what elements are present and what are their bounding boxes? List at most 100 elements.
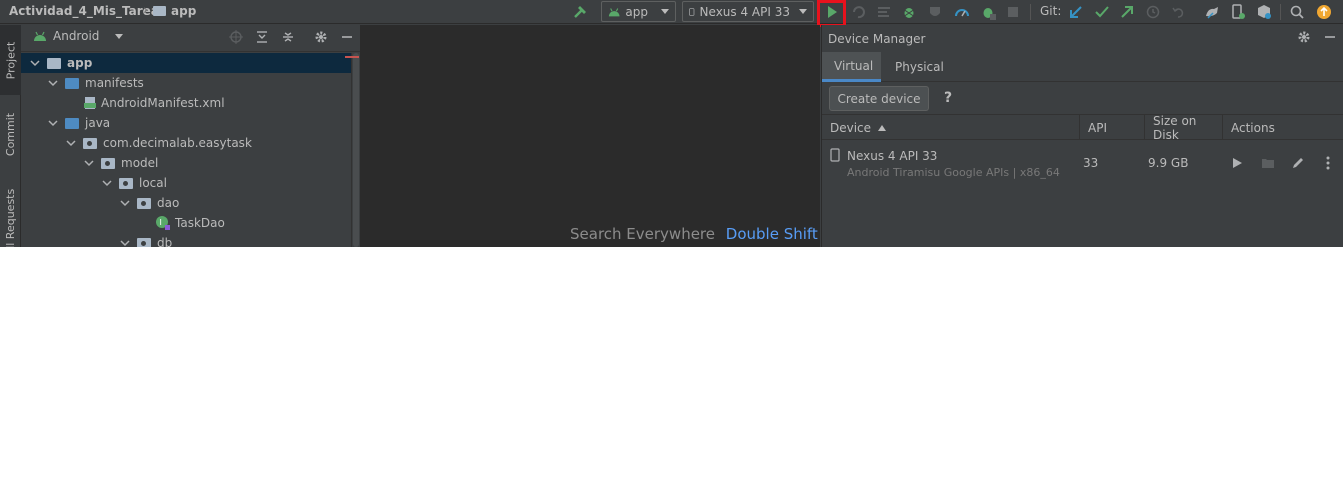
chevron-down-icon[interactable]: [47, 77, 59, 89]
attach-debugger-icon[interactable]: [978, 2, 998, 22]
column-header-device[interactable]: Device: [822, 115, 1080, 140]
tree-item[interactable]: local: [21, 173, 351, 193]
toolbar-separator: [1030, 4, 1031, 20]
chevron-down-icon[interactable]: [119, 197, 131, 209]
git-history-clock-icon[interactable]: [1143, 2, 1163, 22]
git-push-arrow-icon[interactable]: [1117, 2, 1137, 22]
project-tree-scrollbar[interactable]: [351, 53, 360, 247]
expand-all-icon[interactable]: [252, 27, 272, 47]
git-commit-check-icon[interactable]: [1092, 2, 1112, 22]
hint-shortcut: Double Shift: [725, 225, 818, 243]
create-device-button[interactable]: Create device: [829, 86, 929, 111]
update-available-icon[interactable]: [1314, 2, 1334, 22]
build-hammer-icon[interactable]: [571, 2, 591, 22]
debug-bug-icon[interactable]: [899, 2, 919, 22]
collapse-all-icon[interactable]: [278, 27, 298, 47]
tree-item[interactable]: manifests: [21, 73, 351, 93]
device-manager-icon[interactable]: [1228, 2, 1248, 22]
device-manager-header: Device Manager: [822, 25, 1343, 52]
profiler-gauge-icon[interactable]: [952, 2, 972, 22]
tool-tab-commit-label: Commit: [4, 112, 17, 156]
tool-tab-commit[interactable]: Commit: [0, 99, 21, 169]
stop-icon[interactable]: [1003, 2, 1023, 22]
tool-tab-pull-requests[interactable]: Pull Requests: [0, 175, 21, 247]
chevron-down-icon: [115, 33, 124, 39]
package-folder-icon: [137, 197, 151, 209]
more-options-icon[interactable]: [1320, 155, 1336, 171]
tool-tab-project[interactable]: Project: [0, 25, 21, 95]
device-manager-panel: Device Manager Virtual Physical Create d…: [821, 25, 1343, 247]
android-icon: [608, 7, 620, 16]
manifest-file-icon: [83, 96, 97, 110]
coverage-icon[interactable]: [925, 2, 945, 22]
tree-item[interactable]: app: [21, 53, 351, 73]
project-view-label: Android: [53, 29, 100, 43]
device-manager-title: Device Manager: [828, 31, 926, 46]
tab-physical[interactable]: Physical: [883, 52, 956, 82]
chevron-down-icon[interactable]: [83, 157, 95, 169]
hide-panel-minus-icon[interactable]: [1320, 27, 1340, 47]
device-dropdown[interactable]: Nexus 4 API 33: [682, 1, 814, 22]
tab-physical-label: Physical: [895, 60, 944, 74]
tree-item-label: local: [139, 176, 167, 190]
device-name: Nexus 4 API 33: [847, 149, 938, 163]
run-config-dropdown[interactable]: app: [601, 1, 676, 22]
chevron-down-icon[interactable]: [119, 237, 131, 247]
run-button-highlight: [817, 0, 846, 27]
tree-item-label: AndroidManifest.xml: [101, 96, 225, 110]
column-header-api[interactable]: API: [1080, 115, 1145, 140]
tree-item[interactable]: com.decimalab.easytask: [21, 133, 351, 153]
chevron-down-icon[interactable]: [101, 177, 113, 189]
chevron-down-icon[interactable]: [65, 137, 77, 149]
scrollbar-thumb[interactable]: [353, 53, 359, 247]
tree-item[interactable]: model: [21, 153, 351, 173]
project-tree: app manifests AndroidManifest.xml java com.d…: [21, 53, 351, 247]
sdk-manager-icon[interactable]: [1254, 2, 1274, 22]
gradle-sync-icon[interactable]: [1202, 2, 1222, 22]
tab-virtual[interactable]: Virtual: [822, 52, 881, 82]
launch-emulator-play-icon[interactable]: [1229, 155, 1245, 171]
tree-item-label: TaskDao: [175, 216, 225, 230]
tree-item[interactable]: db: [21, 233, 351, 247]
chevron-down-icon[interactable]: [47, 117, 59, 129]
git-update-arrow-icon[interactable]: [1066, 2, 1086, 22]
column-size-label: Size on Disk: [1153, 113, 1197, 142]
column-header-size[interactable]: Size on Disk: [1145, 113, 1223, 142]
breadcrumb-module[interactable]: app: [171, 4, 196, 18]
device-row[interactable]: Nexus 4 API 33 Android Tiramisu Google A…: [822, 141, 1343, 185]
project-view-selector[interactable]: Android: [33, 29, 124, 43]
git-label: Git:: [1040, 4, 1062, 18]
device-manager-actions: Create device ?: [822, 83, 1343, 115]
chevron-down-icon[interactable]: [29, 57, 41, 69]
main-toolbar: Actividad_4_Mis_Tareas › app app Nexus 4…: [0, 0, 1343, 27]
tree-item[interactable]: I TaskDao: [21, 213, 351, 233]
search-everywhere-hint: Search Everywhere Double Shift: [570, 225, 818, 243]
gear-icon[interactable]: [311, 27, 331, 47]
device-manager-tabs: Virtual Physical: [822, 52, 1343, 82]
gear-icon[interactable]: [1294, 27, 1314, 47]
help-button[interactable]: ?: [944, 90, 952, 106]
editor-empty-area: Search Everywhere Double Shift: [360, 25, 820, 247]
folder-icon: [65, 77, 79, 89]
apply-code-changes-icon[interactable]: [874, 2, 894, 22]
package-folder-icon: [119, 177, 133, 189]
edit-pencil-icon[interactable]: [1290, 155, 1306, 171]
tool-tab-pull-requests-label: Pull Requests: [4, 188, 17, 247]
search-icon[interactable]: [1287, 2, 1307, 22]
module-folder-icon: [47, 57, 61, 69]
tree-item[interactable]: java: [21, 113, 351, 133]
apply-changes-icon[interactable]: [848, 2, 868, 22]
device-detail: Android Tiramisu Google APIs | x86_64: [847, 166, 1060, 179]
locate-target-icon[interactable]: [226, 27, 246, 47]
hide-panel-minus-icon[interactable]: [337, 27, 357, 47]
tree-item[interactable]: AndroidManifest.xml: [21, 93, 351, 113]
tree-item[interactable]: dao: [21, 193, 351, 213]
git-rollback-icon[interactable]: [1169, 2, 1189, 22]
tool-tab-project-label: Project: [4, 41, 18, 79]
sort-ascending-icon: [878, 124, 887, 131]
tree-item-label: model: [121, 156, 159, 170]
open-folder-icon[interactable]: [1260, 155, 1276, 171]
tree-item-label: dao: [157, 196, 180, 210]
